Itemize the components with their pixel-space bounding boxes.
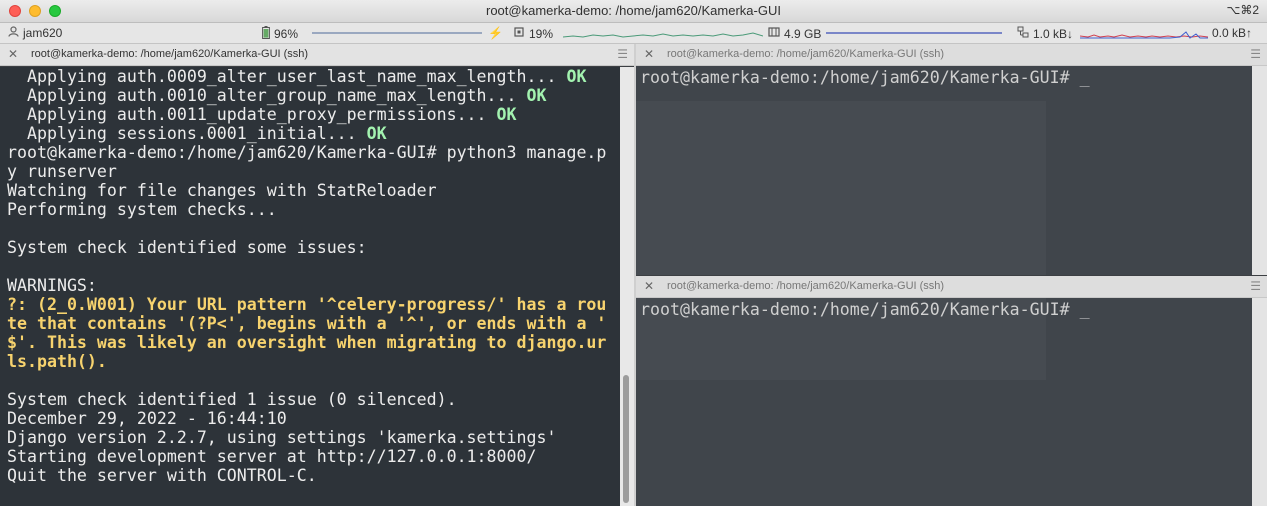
terminal-line: System check identified 1 issue (0 silen… [7, 390, 620, 409]
warning-text: te that contains '(?P<', begins with a '… [7, 314, 607, 333]
memory-meter [826, 32, 1002, 34]
net-up-value: 0.0 kB↑ [1212, 26, 1253, 40]
left-pane-header[interactable]: ✕ root@kamerka-demo: /home/jam620/Kamerk… [0, 44, 634, 66]
network-icon [1017, 26, 1029, 41]
terminal-text: System check identified 1 issue (0 silen… [7, 390, 457, 409]
right-top-scrollbar[interactable] [1252, 66, 1267, 275]
terminal-line: Quit the server with CONTROL-C. [7, 466, 620, 485]
close-icon[interactable]: ✕ [644, 279, 654, 293]
cpu-graph [563, 32, 763, 38]
right-bottom-scrollbar[interactable] [1252, 298, 1267, 506]
right-top-pane-title: root@kamerka-demo: /home/jam620/Kamerka-… [667, 48, 945, 60]
window-shortcut: ⌥⌘2 [1226, 3, 1259, 17]
terminal-text: Applying sessions.0001_initial... [7, 124, 367, 143]
net-down-value: 1.0 kB↓ [1033, 26, 1074, 41]
user-icon [8, 26, 19, 40]
terminal-text: y runserver [7, 162, 117, 181]
hamburger-icon[interactable]: ☰ [617, 47, 628, 61]
status-bar: jam620 96% ⚡ 19% 4.9 GB 1.0 kB↓ 0.0 kB↑ [0, 23, 1267, 44]
battery-value: 96% [274, 27, 299, 41]
right-top-terminal[interactable]: root@kamerka-demo:/home/jam620/Kamerka-G… [636, 66, 1252, 275]
terminal-line: Applying auth.0011_update_proxy_permissi… [7, 105, 620, 124]
battery-icon [262, 26, 270, 42]
status-user: jam620 [8, 26, 62, 40]
right-bottom-pane-title: root@kamerka-demo: /home/jam620/Kamerka-… [667, 280, 945, 292]
status-battery: 96% [262, 26, 298, 42]
right-bottom-terminal[interactable]: root@kamerka-demo:/home/jam620/Kamerka-G… [636, 298, 1252, 506]
terminal-line: Applying auth.0009_alter_user_last_name_… [7, 67, 620, 86]
cpu-icon [513, 26, 525, 41]
warning-text: $'. This was likely an oversight when mi… [7, 333, 607, 352]
right-top-pane-header[interactable]: ✕ root@kamerka-demo: /home/jam620/Kamerk… [636, 44, 1267, 66]
terminal-line: ?: (2_0.W001) Your URL pattern '^celery-… [7, 295, 620, 314]
left-terminal[interactable]: Applying auth.0009_alter_user_last_name_… [0, 67, 620, 506]
terminal-line: $'. This was likely an oversight when mi… [7, 333, 620, 352]
terminal-text: Applying auth.0011_update_proxy_permissi… [7, 105, 497, 124]
right-bottom-pane-header[interactable]: ✕ root@kamerka-demo: /home/jam620/Kamerk… [636, 276, 1267, 298]
close-icon[interactable]: ✕ [644, 47, 654, 61]
right-top-prompt: root@kamerka-demo:/home/jam620/Kamerka-G… [640, 68, 1090, 87]
window-title: root@kamerka-demo: /home/jam620/Kamerka-… [486, 3, 781, 18]
terminal-text: Applying auth.0009_alter_user_last_name_… [7, 67, 567, 86]
status-memory: 4.9 GB [768, 26, 821, 41]
ok-status: OK [496, 105, 517, 124]
close-icon[interactable]: ✕ [8, 47, 18, 61]
terminal-text: WARNINGS: [7, 276, 97, 295]
hamburger-icon[interactable]: ☰ [1250, 279, 1261, 293]
terminal-text: Quit the server with CONTROL-C. [7, 466, 317, 485]
background-window-shadow [636, 101, 1046, 275]
terminal-text: Django version 2.2.7, using settings 'ka… [7, 428, 557, 447]
ok-status: OK [526, 86, 547, 105]
terminal-line: Django version 2.2.7, using settings 'ka… [7, 428, 620, 447]
terminal-line: ls.path(). [7, 352, 620, 371]
terminal-line: Performing system checks... [7, 200, 620, 219]
status-network-up: 0.0 kB↑ [1212, 26, 1252, 40]
scrollbar-thumb[interactable] [623, 375, 629, 503]
right-bottom-prompt: root@kamerka-demo:/home/jam620/Kamerka-G… [640, 300, 1090, 319]
ok-status: OK [566, 67, 587, 86]
ok-status: OK [366, 124, 387, 143]
terminal-line: Applying auth.0010_alter_group_name_max_… [7, 86, 620, 105]
charging-icon: ⚡ [488, 26, 503, 40]
warning-text: ls.path(). [7, 352, 107, 371]
terminal-line: December 29, 2022 - 16:44:10 [7, 409, 620, 428]
window-titlebar: root@kamerka-demo: /home/jam620/Kamerka-… [0, 0, 1267, 23]
terminal-line: y runserver [7, 162, 620, 181]
terminal-text: December 29, 2022 - 16:44:10 [7, 409, 287, 428]
terminal-line: Watching for file changes with StatReloa… [7, 181, 620, 200]
terminal-text: System check identified some issues: [7, 238, 367, 257]
terminal-line: te that contains '(?P<', begins with a '… [7, 314, 620, 333]
memory-value: 4.9 GB [784, 26, 822, 41]
terminal-line: System check identified some issues: [7, 238, 620, 257]
left-terminal-scrollbar[interactable] [620, 67, 634, 506]
battery-meter [312, 32, 482, 34]
network-graph [1080, 31, 1208, 39]
warning-text: ?: (2_0.W001) Your URL pattern '^celery-… [7, 295, 607, 314]
terminal-line: Starting development server at http://12… [7, 447, 620, 466]
terminal-line: Applying sessions.0001_initial... OK [7, 124, 620, 143]
left-pane-title: root@kamerka-demo: /home/jam620/Kamerka-… [31, 48, 309, 60]
terminal-line: root@kamerka-demo:/home/jam620/Kamerka-G… [7, 143, 620, 162]
memory-icon [768, 26, 780, 41]
terminal-text: Starting development server at http://12… [7, 447, 537, 466]
status-cpu: 19% [513, 26, 553, 41]
status-network-down: 1.0 kB↓ [1017, 26, 1073, 41]
user-name: jam620 [23, 26, 63, 40]
terminal-text: Applying auth.0010_alter_group_name_max_… [7, 86, 527, 105]
hamburger-icon[interactable]: ☰ [1250, 47, 1261, 61]
terminal-text: Watching for file changes with StatReloa… [7, 181, 437, 200]
terminal-text: root@kamerka-demo:/home/jam620/Kamerka-G… [7, 143, 607, 162]
terminal-text: Performing system checks... [7, 200, 277, 219]
terminal-line: WARNINGS: [7, 276, 620, 295]
cpu-value: 19% [529, 26, 554, 41]
